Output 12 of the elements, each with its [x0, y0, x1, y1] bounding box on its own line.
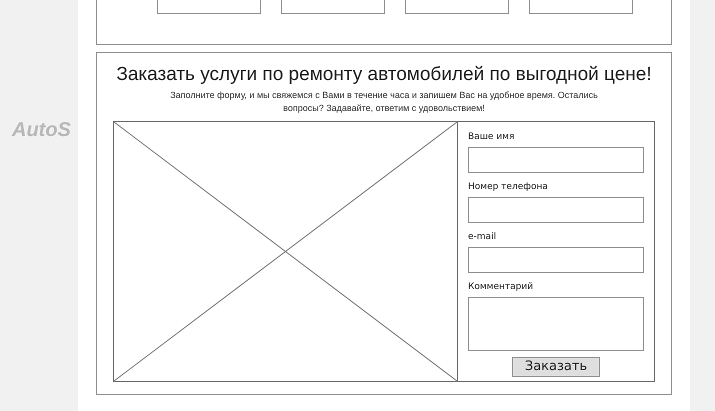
background-logo: AutoS [12, 118, 72, 142]
comment-field[interactable] [468, 297, 644, 351]
field-label: Номер телефона [468, 182, 549, 193]
form-subtitle: Заполните форму, и мы свяжемся с Вами в течение часа и запишем Вас на удобное время. Остались вопросы? Задавайте, ответим с удовольствием! [169, 89, 599, 115]
field-label: e-mail [468, 232, 498, 243]
field-label: Ваше имя [468, 132, 516, 143]
form-title: Заказать услуги по ремонту автомобилей по выгодной цене! [115, 63, 653, 87]
field-label: Комментарий [468, 282, 534, 293]
input-field[interactable] [468, 247, 644, 273]
input-field[interactable] [468, 147, 644, 173]
submit-button[interactable]: Заказать [512, 357, 600, 377]
input-field[interactable] [468, 197, 644, 223]
